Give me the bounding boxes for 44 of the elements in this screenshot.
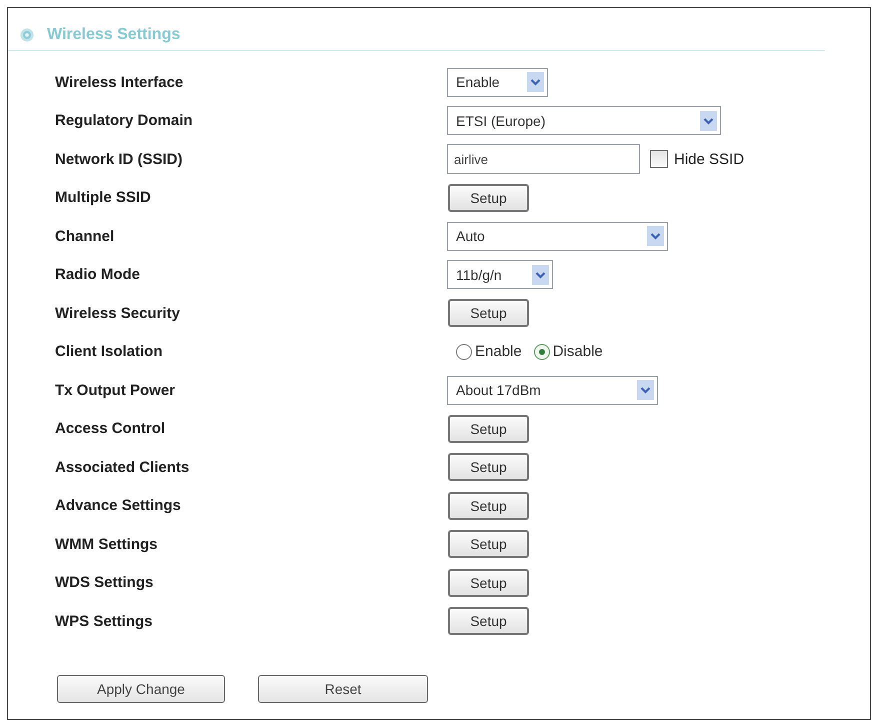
setting-label: Access Control (55, 420, 166, 438)
setting-label: Multiple SSID (55, 189, 151, 206)
setting-label: Associated Clients (55, 458, 190, 476)
chevron-down-icon (527, 72, 544, 92)
setting-label: Tx Output Power (55, 382, 175, 399)
setup-button[interactable]: Setup (448, 568, 529, 597)
setting-label: Network ID (SSID) (55, 150, 183, 168)
dropdown[interactable]: Enable (447, 68, 548, 97)
setup-button[interactable]: Setup (448, 492, 529, 520)
dropdown[interactable]: ETSI (Europe) (447, 106, 721, 136)
setup-button[interactable]: Setup (448, 414, 529, 443)
setting-label: Wireless Interface (55, 74, 184, 91)
dropdown[interactable]: About 17dBm (447, 376, 658, 405)
chevron-down-icon (700, 110, 717, 131)
setup-button[interactable]: Setup (448, 453, 529, 482)
setting-label: WPS Settings (55, 612, 153, 630)
dropdown[interactable]: Auto (447, 222, 668, 251)
checkbox[interactable] (650, 150, 668, 168)
setting-label: Channel (55, 228, 114, 245)
setup-button[interactable]: Setup (448, 530, 529, 558)
chevron-down-icon (637, 380, 654, 400)
setup-button[interactable]: Setup (448, 607, 529, 636)
setting-label: Advance Settings (55, 497, 181, 514)
dropdown[interactable]: 11b/g/n (447, 260, 553, 290)
chevron-down-icon (647, 226, 664, 246)
radio-button[interactable] (456, 344, 472, 360)
section-title: Wireless Settings (47, 27, 180, 43)
radio-label[interactable]: Enable (475, 343, 522, 360)
reset-button[interactable]: Reset (258, 674, 428, 702)
checkbox-label[interactable]: Hide SSID (674, 150, 744, 168)
radio-label[interactable]: Disable (552, 343, 603, 360)
text-field[interactable]: airlive (447, 144, 640, 174)
chevron-down-icon (532, 264, 549, 285)
setting-label: Regulatory Domain (55, 112, 193, 130)
setting-label: Wireless Security (55, 304, 180, 322)
setting-label: Radio Mode (55, 266, 140, 284)
bullet-icon (20, 28, 34, 42)
setting-label: Client Isolation (55, 343, 163, 360)
setting-label: WMM Settings (55, 536, 158, 553)
setting-label: WDS Settings (55, 574, 154, 592)
apply-button[interactable]: Apply Change (57, 674, 225, 702)
setup-button[interactable]: Setup (448, 184, 529, 212)
setup-button[interactable]: Setup (448, 299, 529, 328)
radio-button[interactable] (534, 344, 550, 360)
